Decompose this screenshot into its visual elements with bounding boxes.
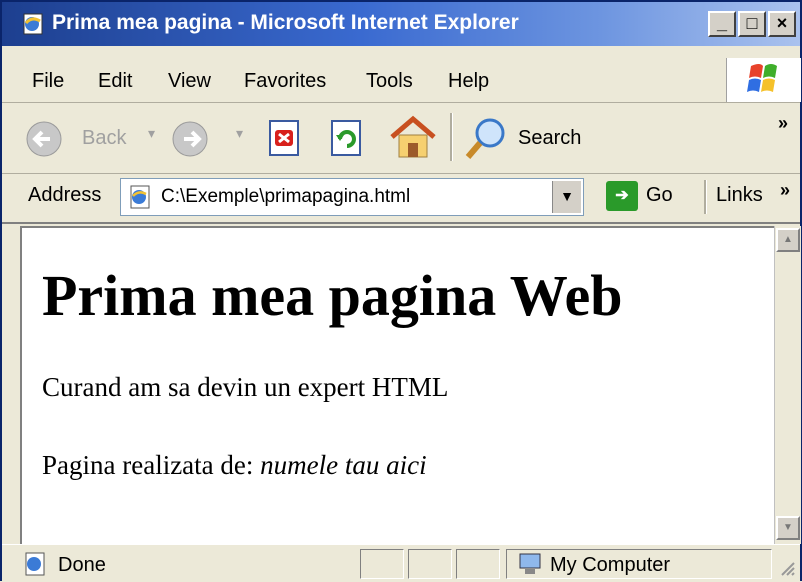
home-icon[interactable]: [386, 113, 440, 163]
back-label[interactable]: Back: [82, 127, 126, 150]
menu-bar: File Edit View Favorites Tools Help: [2, 46, 800, 103]
page-icon: [130, 185, 150, 209]
computer-icon: [519, 553, 541, 574]
close-button[interactable]: ×: [768, 11, 796, 37]
paragraph-2-italic: numele tau aici: [260, 450, 427, 480]
ie-page-icon: [23, 13, 43, 35]
resize-grip-icon[interactable]: [778, 559, 796, 577]
scroll-down-icon[interactable]: ▼: [776, 516, 800, 540]
forward-dropdown-icon[interactable]: ▾: [236, 125, 243, 142]
page-heading: Prima mea pagina Web: [42, 263, 623, 328]
address-separator: [704, 180, 707, 214]
menu-file[interactable]: File: [32, 70, 64, 93]
scroll-up-icon[interactable]: ▲: [776, 228, 800, 252]
done-page-icon: [25, 552, 45, 576]
status-pane: [360, 549, 404, 579]
standard-toolbar: Back ▾ ▾ Search »: [2, 103, 800, 174]
paragraph-1: Curand am sa devin un expert HTML: [42, 372, 449, 402]
address-bar: Address C:\Exemple\primapagina.html ▼ ➔ …: [2, 174, 800, 224]
menu-favorites[interactable]: Favorites: [244, 70, 326, 93]
status-pane: [456, 549, 500, 579]
menu-help[interactable]: Help: [448, 70, 489, 93]
back-dropdown-icon[interactable]: ▾: [148, 125, 155, 142]
menu-edit[interactable]: Edit: [98, 70, 132, 93]
address-input[interactable]: C:\Exemple\primapagina.html ▼: [120, 178, 584, 216]
address-dropdown-icon[interactable]: ▼: [552, 181, 581, 213]
maximize-button[interactable]: □: [738, 11, 766, 37]
page-content: Prima mea pagina Web Curand am sa devin …: [20, 226, 774, 544]
paragraph-2: Pagina realizata de: numele tau aici: [42, 450, 427, 481]
menu-tools[interactable]: Tools: [366, 70, 413, 93]
window-title: Prima mea pagina - Microsoft Internet Ex…: [52, 11, 519, 34]
back-icon[interactable]: [24, 119, 74, 159]
links-overflow-chevron[interactable]: »: [780, 180, 790, 201]
minimize-button[interactable]: _: [708, 11, 736, 37]
address-value: C:\Exemple\primapagina.html: [161, 186, 411, 207]
links-button[interactable]: Links: [716, 184, 763, 207]
go-button[interactable]: Go: [646, 184, 673, 207]
menu-view[interactable]: View: [168, 70, 211, 93]
toolbar-overflow-chevron[interactable]: »: [778, 113, 788, 134]
windows-flag-icon: [747, 64, 777, 92]
go-arrow-icon[interactable]: ➔: [606, 181, 638, 211]
refresh-icon[interactable]: [326, 117, 368, 161]
toolbar-separator: [450, 113, 453, 161]
paragraph-2-prefix: Pagina realizata de:: [42, 450, 261, 480]
status-text: Done: [58, 554, 106, 576]
forward-icon[interactable]: [170, 119, 214, 159]
browser-window: Prima mea pagina - Microsoft Internet Ex…: [0, 0, 802, 582]
status-bar: Done My Computer: [2, 544, 800, 582]
search-icon[interactable]: [462, 115, 512, 163]
vertical-scrollbar[interactable]: ▲ ▼: [774, 226, 801, 544]
status-pane: [408, 549, 452, 579]
windows-logo: [726, 58, 801, 102]
title-bar[interactable]: Prima mea pagina - Microsoft Internet Ex…: [2, 2, 800, 46]
address-label: Address: [28, 184, 102, 206]
search-label[interactable]: Search: [518, 127, 581, 150]
stop-icon[interactable]: [264, 117, 306, 161]
zone-text: My Computer: [550, 554, 671, 576]
